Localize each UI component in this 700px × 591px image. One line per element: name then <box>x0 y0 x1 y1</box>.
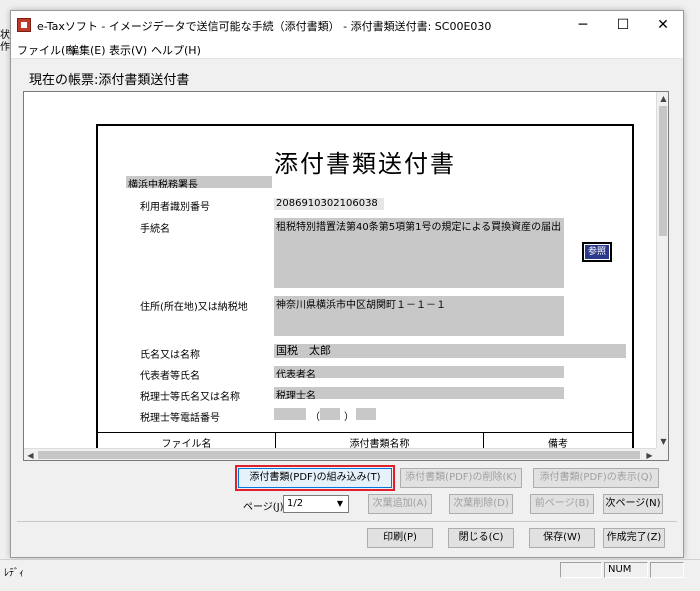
vertical-scroll-thumb[interactable] <box>659 106 667 236</box>
field-label: 利用者識別番号 <box>140 202 210 213</box>
reference-button[interactable]: 参照 <box>582 242 612 262</box>
document-paper: 添付書類送付書 横浜中税務署長 利用者識別番号 2086910302106038… <box>96 124 634 459</box>
accountant-name-field[interactable]: 税理士名 <box>274 387 564 399</box>
menu-edit[interactable]: 編集(E) <box>68 42 106 58</box>
print-button[interactable]: 印刷(P) <box>367 528 433 548</box>
show-pdf-button[interactable]: 添付書類(PDF)の表示(Q) <box>533 468 659 488</box>
phone-area-field[interactable] <box>274 408 306 420</box>
main-window: e-Taxソフト - イメージデータで送信可能な手続（添付書類） - 添付書類送… <box>10 10 684 558</box>
divider <box>17 521 677 522</box>
field-label: 税理士等電話番号 <box>140 413 220 424</box>
tax-office-field[interactable]: 横浜中税務署長 <box>126 176 272 188</box>
user-id-value: 2086910302106038 <box>274 198 384 210</box>
procedure-name-field[interactable]: 租税特別措置法第40条第5項第1号の規定による買換資産の届出 <box>274 218 564 288</box>
horizontal-scrollbar[interactable]: ◀ ▶ <box>24 448 656 460</box>
document-title: 添付書類送付書 <box>274 150 456 178</box>
representative-field[interactable]: 代表者名 <box>274 366 564 378</box>
delete-pdf-button[interactable]: 添付書類(PDF)の削除(K) <box>400 468 522 488</box>
address-field[interactable]: 神奈川県横浜市中区胡関町１－１－１ <box>274 296 564 336</box>
add-next-sheet-button[interactable]: 次葉追加(A) <box>368 494 432 514</box>
scroll-left-icon[interactable]: ◀ <box>24 449 37 460</box>
scroll-down-icon[interactable]: ▼ <box>657 435 668 448</box>
scroll-up-icon[interactable]: ▲ <box>657 92 668 105</box>
minimize-button[interactable]: ─ <box>563 11 603 39</box>
title-bar[interactable]: e-Taxソフト - イメージデータで送信可能な手続（添付書類） - 添付書類送… <box>11 11 683 39</box>
phone-paren-close: ） <box>344 412 354 423</box>
document-viewport: 添付書類送付書 横浜中税務署長 利用者識別番号 2086910302106038… <box>23 91 669 461</box>
menu-view[interactable]: 表示(V) <box>109 42 147 58</box>
field-label: 住所(所在地)又は納税地 <box>140 302 248 313</box>
vertical-scrollbar[interactable]: ▲ ▼ <box>656 92 668 448</box>
field-label: 税理士等氏名又は名称 <box>140 392 240 403</box>
reference-button-label: 参照 <box>585 245 609 259</box>
close-button[interactable]: 閉じる(C) <box>448 528 514 548</box>
menu-bar: ファイル(F) 編集(E) 表示(V) ヘルプ(H) <box>11 39 683 59</box>
menu-help[interactable]: ヘルプ(H) <box>151 42 201 58</box>
phone-number-field[interactable] <box>356 408 376 420</box>
status-bar: ﾚﾃﾞｨ NUM <box>0 559 700 579</box>
delete-next-sheet-button[interactable]: 次葉削除(D) <box>449 494 513 514</box>
close-window-button[interactable]: ✕ <box>643 11 683 39</box>
window-title: e-Taxソフト - イメージデータで送信可能な手続（添付書類） - 添付書類送… <box>37 20 492 33</box>
chevron-down-icon[interactable]: ▼ <box>333 497 347 511</box>
scrollbar-corner <box>656 448 668 460</box>
field-label: 氏名又は名称 <box>140 350 200 361</box>
add-pdf-button[interactable]: 添付書類(PDF)の組み込み(T) <box>238 468 392 488</box>
complete-button[interactable]: 作成完了(Z) <box>603 528 665 548</box>
page-select-value: 1/2 <box>287 498 304 509</box>
num-lock-indicator: NUM <box>604 562 648 578</box>
horizontal-scroll-thumb[interactable] <box>38 451 640 459</box>
phone-paren-open: （ <box>310 412 320 423</box>
name-field[interactable]: 国税 太郎 <box>274 344 626 358</box>
form-title: 現在の帳票:添付書類送付書 <box>29 73 190 88</box>
save-button[interactable]: 保存(W) <box>529 528 595 548</box>
scroll-right-icon[interactable]: ▶ <box>643 449 656 460</box>
prev-page-button[interactable]: 前ページ(B) <box>530 494 594 514</box>
page-select[interactable]: 1/2 ▼ <box>283 495 349 513</box>
maximize-button[interactable]: ☐ <box>603 11 643 39</box>
page-label: ページ(J): <box>243 502 287 513</box>
app-icon <box>17 18 31 32</box>
status-cell <box>560 562 602 578</box>
next-page-button[interactable]: 次ページ(N) <box>603 494 663 514</box>
phone-exchange-field[interactable] <box>320 408 340 420</box>
field-label: 手続名 <box>140 224 170 235</box>
status-cell <box>650 562 684 578</box>
field-label: 代表者等氏名 <box>140 371 200 382</box>
status-text: ﾚﾃﾞｨ <box>4 568 24 579</box>
